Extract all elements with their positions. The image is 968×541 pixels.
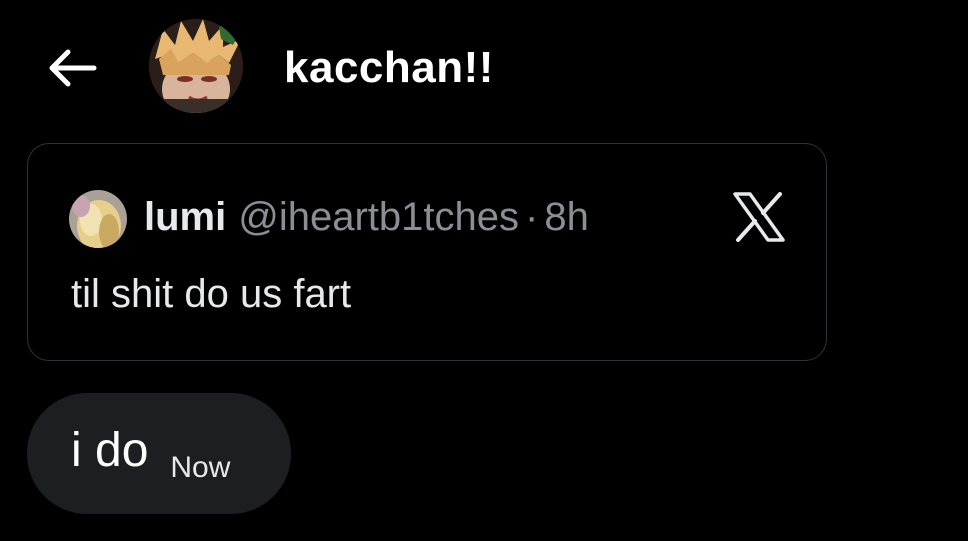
post-author-avatar[interactable]	[69, 190, 127, 248]
message-bubble[interactable]: i do Now	[27, 393, 291, 514]
post-author-name[interactable]: lumi	[144, 195, 226, 240]
message-text: i do	[71, 423, 149, 477]
arrow-left-icon	[49, 49, 97, 87]
post-author-handle[interactable]: @iheartb1tches	[238, 195, 519, 240]
profile-avatar-image	[149, 19, 243, 113]
back-button[interactable]	[40, 40, 104, 96]
dm-conversation-screen: kacchan!! lumi @iheartb1tches · 8h til s…	[0, 0, 968, 541]
message-timestamp: Now	[170, 450, 231, 484]
post-text: til shit do us fart	[71, 272, 352, 316]
chat-title[interactable]: kacchan!!	[284, 40, 494, 96]
avatar[interactable]	[149, 19, 243, 113]
meta-separator: ·	[525, 194, 539, 239]
quoted-post-card[interactable]: lumi @iheartb1tches · 8h til shit do us …	[27, 143, 827, 361]
post-avatar-image	[69, 190, 127, 248]
x-logo-icon	[732, 192, 786, 242]
post-meta: lumi @iheartb1tches · 8h	[144, 188, 589, 246]
conversation-header: kacchan!!	[0, 0, 968, 135]
post-timestamp: 8h	[544, 194, 589, 239]
